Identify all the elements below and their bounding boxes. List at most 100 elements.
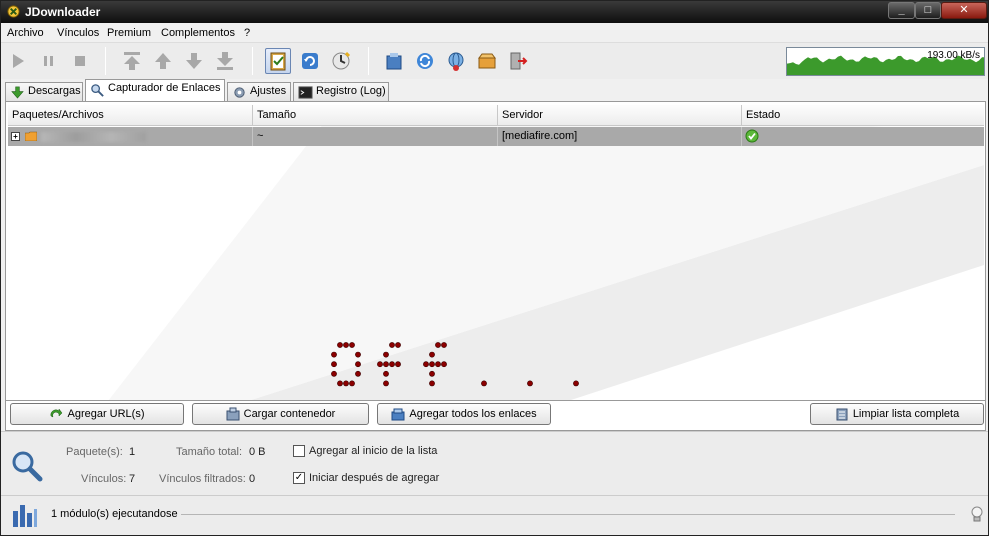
table-row[interactable]: + ~ [mediafire.com] (8, 127, 984, 146)
menu-vinculos[interactable]: Vínculos (57, 27, 99, 39)
autostart-label[interactable]: Iniciar después de agregar (309, 472, 439, 484)
tab-descargas[interactable]: Descargas (5, 82, 83, 101)
led-dot (343, 380, 349, 387)
menu-premium[interactable]: Premium (107, 27, 151, 39)
refresh-icon[interactable] (412, 48, 438, 74)
move-bottom-icon[interactable] (212, 48, 238, 74)
led-dot (377, 361, 383, 368)
led-dot (349, 342, 355, 348)
move-top-icon[interactable] (119, 48, 145, 74)
stop-icon[interactable] (67, 48, 93, 74)
load-container-button[interactable]: Cargar contenedor (192, 403, 369, 425)
add-all-icon (391, 408, 405, 421)
led-dot (383, 370, 389, 377)
led-dot (429, 361, 435, 368)
led-dot (481, 380, 487, 387)
container-icon (226, 407, 240, 421)
log-icon (298, 86, 313, 99)
add-all-label: Agregar todos los enlaces (409, 408, 537, 420)
led-dot (429, 380, 435, 387)
exit-icon[interactable] (505, 48, 531, 74)
add-all-links-button[interactable]: Agregar todos los enlaces (377, 403, 551, 425)
tab-label: Ajustes (250, 85, 287, 97)
column-header-estado[interactable]: Estado (742, 105, 984, 126)
speed-meter: 193.00 kB/s (786, 47, 985, 76)
filtered-links-label: Vínculos filtrados: (159, 473, 246, 485)
add-url-arrow-icon (51, 408, 63, 418)
clear-list-icon (836, 408, 848, 421)
status-ok-icon (745, 129, 759, 143)
linkgrabber-magnifier-icon (12, 451, 43, 482)
tab-label: Descargas (28, 85, 81, 97)
menu-archivo[interactable]: Archivo (7, 27, 44, 39)
led-dot (395, 342, 401, 348)
led-dot (429, 351, 435, 358)
led-dot (337, 342, 343, 348)
lightbulb-icon[interactable] (970, 506, 984, 524)
load-container-label: Cargar contenedor (243, 408, 336, 420)
open-container-icon[interactable] (381, 48, 407, 74)
led-dot (435, 361, 441, 368)
tab-capturador-de-enlaces[interactable]: Capturador de Enlaces (85, 79, 225, 101)
add-to-top-label[interactable]: Agregar al inicio de la lista (309, 445, 437, 457)
autostart-checkbox[interactable]: ✓ (293, 472, 305, 484)
clipboard-monitor-icon[interactable] (265, 48, 291, 74)
led-dot (429, 370, 435, 377)
status-bar: 1 módulo(s) ejecutandose (1, 495, 988, 535)
jdownloader-logo-icon (7, 5, 20, 18)
led-dot (573, 380, 579, 387)
links-value: 7 (129, 473, 136, 485)
led-dot (331, 370, 337, 377)
packages-label: Paquete(s): (66, 446, 123, 458)
led-dot (383, 361, 389, 368)
menu-help[interactable]: ? (244, 27, 250, 39)
column-header-tamano[interactable]: Tamaño (253, 105, 498, 126)
led-dot (349, 380, 355, 387)
settings-icon (234, 87, 245, 98)
led-dot (383, 380, 389, 387)
minimize-button[interactable]: _ (888, 2, 915, 19)
add-to-top-checkbox[interactable] (293, 445, 305, 457)
links-label: Vínculos: (81, 473, 127, 485)
led-dot (355, 361, 361, 368)
reconnect-icon[interactable] (297, 48, 323, 74)
modules-icon (13, 505, 37, 527)
column-header-paquetes[interactable]: Paquetes/Archivos (8, 105, 253, 126)
update-icon[interactable] (328, 48, 354, 74)
add-urls-label: Agregar URL(s) (67, 408, 145, 420)
cell-package[interactable]: + (8, 127, 253, 146)
tab-registro-log[interactable]: Registro (Log) (293, 82, 389, 101)
cell-status (742, 127, 984, 146)
maximize-button[interactable]: □ (915, 2, 941, 19)
status-text: 1 módulo(s) ejecutandose (51, 508, 178, 520)
total-size-label: Tamaño total: (176, 446, 243, 458)
linkgrabber-panel: Paquetes/Archivos Tamaño Servidor Estado… (5, 101, 986, 431)
led-dot (343, 342, 349, 348)
cell-host: [mediafire.com] (498, 127, 742, 146)
add-urls-button[interactable]: Agregar URL(s) (10, 403, 184, 425)
tab-label: Capturador de Enlaces (108, 82, 221, 94)
premium-icon[interactable] (443, 48, 469, 74)
tab-ajustes[interactable]: Ajustes (227, 82, 291, 101)
close-button[interactable]: ✕ (941, 2, 987, 19)
led-dot (395, 361, 401, 368)
speed-value: 193.00 kB/s (927, 50, 980, 61)
package-folder-icon (25, 131, 37, 141)
clear-list-label: Limpiar lista completa (852, 408, 960, 420)
package-icon[interactable] (474, 48, 500, 74)
info-panel: Paquete(s): 1 Tamaño total: 0 B Vínculos… (1, 431, 988, 495)
move-up-icon[interactable] (150, 48, 176, 74)
menu-complementos[interactable]: Complementos (161, 27, 235, 39)
pause-icon[interactable] (36, 48, 62, 74)
menu-bar: Archivo Vínculos Premium Complementos ? (1, 23, 988, 43)
play-icon[interactable] (5, 48, 31, 74)
packages-value: 1 (129, 446, 136, 458)
clear-list-button[interactable]: Limpiar lista completa (810, 403, 984, 425)
led-dot (389, 342, 395, 348)
expander[interactable]: + (11, 132, 20, 141)
window-title: JDownloader (25, 5, 101, 19)
linkgrabber-table: Paquetes/Archivos Tamaño Servidor Estado… (8, 105, 984, 401)
column-header-servidor[interactable]: Servidor (498, 105, 742, 126)
move-down-icon[interactable] (181, 48, 207, 74)
title-bar[interactable]: JDownloader _ □ ✕ (1, 1, 988, 23)
